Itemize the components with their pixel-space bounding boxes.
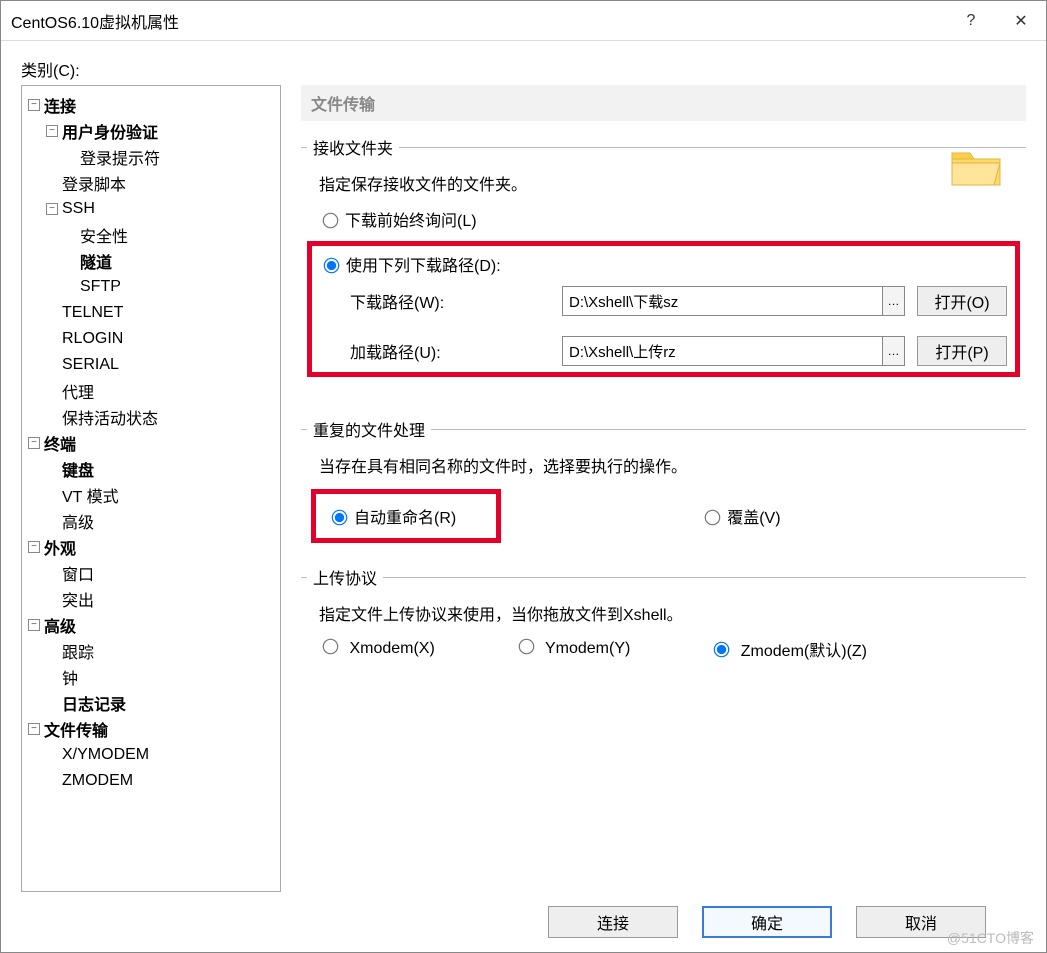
browse-download-button[interactable]: … (882, 287, 904, 315)
radio-overwrite-input[interactable] (705, 510, 721, 526)
tree-item-advanced-term[interactable]: 高级 (62, 509, 94, 533)
properties-dialog: CentOS6.10虚拟机属性 ? ✕ 类别(C): −连接 −用户身份验证 登… (0, 0, 1047, 953)
panel-header: 文件传输 (301, 85, 1026, 121)
radio-zmodem-input[interactable] (714, 642, 730, 658)
auto-rename-highlight: 自动重命名(R) (311, 489, 501, 543)
radio-ask-always-input[interactable] (323, 213, 339, 229)
connect-button[interactable]: 连接 (548, 906, 678, 938)
category-label: 类别(C): (21, 57, 1026, 81)
upload-path-field: … (562, 336, 905, 366)
tree-item-keyboard[interactable]: 键盘 (62, 457, 94, 481)
category-tree[interactable]: −连接 −用户身份验证 登录提示符 登录脚本 −SSH (21, 85, 281, 892)
expander-icon[interactable]: − (28, 723, 40, 735)
radio-zmodem[interactable]: Zmodem(默认)(Z) (710, 637, 867, 661)
radio-auto-rename-label: 自动重命名(R) (354, 504, 456, 528)
tree-item-proxy[interactable]: 代理 (62, 379, 94, 403)
radio-ask-always-label: 下载前始终询问(L) (345, 207, 477, 231)
expander-icon[interactable]: − (46, 203, 58, 215)
radio-zmodem-label: Zmodem(默认)(Z) (741, 643, 867, 660)
expander-icon[interactable]: − (28, 541, 40, 553)
radio-use-path[interactable]: 使用下列下载路径(D): (320, 252, 1007, 276)
tree-item-terminal[interactable]: 终端 (44, 431, 76, 455)
tree-item-trace[interactable]: 跟踪 (62, 639, 94, 663)
tree-item-window[interactable]: 窗口 (62, 561, 94, 585)
upload-path-input[interactable] (563, 337, 882, 365)
duplicate-file-group: 重复的文件处理 当存在具有相同名称的文件时，选择要执行的操作。 自动重命名(R)… (301, 417, 1026, 549)
tree-item-logging[interactable]: 日志记录 (62, 691, 126, 715)
radio-xmodem-label: Xmodem(X) (349, 640, 434, 657)
radio-ymodem-label: Ymodem(Y) (545, 640, 630, 657)
radio-ask-always[interactable]: 下载前始终询问(L) (319, 207, 1020, 231)
tree-item-login-script[interactable]: 登录脚本 (62, 171, 126, 195)
upload-proto-desc: 指定文件上传协议来使用，当你拖放文件到Xshell。 (319, 601, 1020, 625)
radio-use-path-input[interactable] (324, 258, 340, 274)
tree-item-advanced[interactable]: 高级 (44, 613, 76, 637)
radio-ymodem[interactable]: Ymodem(Y) (515, 637, 631, 661)
tree-item-security[interactable]: 安全性 (80, 223, 128, 247)
tree-item-ssh[interactable]: SSH (62, 200, 95, 218)
tree-item-keepalive[interactable]: 保持活动状态 (62, 405, 158, 429)
upload-proto-group: 上传协议 指定文件上传协议来使用，当你拖放文件到Xshell。 Xmodem(X… (301, 565, 1026, 667)
download-paths-highlight: 使用下列下载路径(D): 下载路径(W): … 打开(O) 加载路径(U): (307, 241, 1020, 377)
recv-folder-group: 接收文件夹 指定保存接收文件的文件夹。 下载前始终询问(L) 使用下列下载路径(… (301, 135, 1026, 401)
tree-item-auth[interactable]: 用户身份验证 (62, 119, 158, 143)
browse-upload-button[interactable]: … (882, 337, 904, 365)
recv-folder-legend: 接收文件夹 (307, 135, 399, 159)
tree-item-connection[interactable]: 连接 (44, 93, 76, 117)
expander-icon[interactable]: − (28, 437, 40, 449)
tree-item-appearance[interactable]: 外观 (44, 535, 76, 559)
tree-item-zmodem[interactable]: ZMODEM (62, 772, 133, 790)
radio-overwrite[interactable]: 覆盖(V) (701, 489, 780, 543)
radio-xmodem[interactable]: Xmodem(X) (319, 637, 435, 661)
expander-icon[interactable]: − (28, 619, 40, 631)
tree-item-xymodem[interactable]: X/YMODEM (62, 746, 149, 764)
expander-icon[interactable]: − (46, 125, 58, 137)
radio-ymodem-input[interactable] (519, 639, 535, 655)
upload-path-label: 加载路径(U): (350, 339, 550, 363)
tree-item-filetransfer[interactable]: 文件传输 (44, 717, 108, 741)
ok-button[interactable]: 确定 (702, 906, 832, 938)
radio-xmodem-input[interactable] (323, 639, 339, 655)
dialog-buttons: 连接 确定 取消 (21, 892, 1026, 952)
duplicate-legend: 重复的文件处理 (307, 417, 431, 441)
expander-icon[interactable]: − (28, 99, 40, 111)
radio-use-path-label: 使用下列下载路径(D): (346, 252, 501, 276)
tree-item-serial[interactable]: SERIAL (62, 356, 119, 374)
radio-auto-rename-input[interactable] (332, 510, 348, 526)
tree-item-rlogin[interactable]: RLOGIN (62, 330, 123, 348)
folder-icon (950, 149, 1002, 187)
radio-overwrite-label: 覆盖(V) (727, 504, 780, 528)
close-button[interactable]: ✕ (996, 1, 1046, 40)
tree-item-highlight[interactable]: 突出 (62, 587, 94, 611)
open-download-button[interactable]: 打开(O) (917, 286, 1007, 316)
cancel-button[interactable]: 取消 (856, 906, 986, 938)
download-path-input[interactable] (563, 287, 882, 315)
open-upload-button[interactable]: 打开(P) (917, 336, 1007, 366)
window-title: CentOS6.10虚拟机属性 (11, 9, 946, 33)
recv-folder-desc: 指定保存接收文件的文件夹。 (319, 171, 1020, 195)
download-path-field: … (562, 286, 905, 316)
duplicate-desc: 当存在具有相同名称的文件时，选择要执行的操作。 (319, 453, 1020, 477)
titlebar: CentOS6.10虚拟机属性 ? ✕ (1, 1, 1046, 41)
tree-item-sftp[interactable]: SFTP (80, 278, 121, 296)
tree-item-login-prompt[interactable]: 登录提示符 (80, 145, 160, 169)
download-path-label: 下载路径(W): (350, 289, 550, 313)
help-button[interactable]: ? (946, 1, 996, 40)
tree-item-vt[interactable]: VT 模式 (62, 483, 119, 507)
tree-item-tunnel[interactable]: 隧道 (80, 249, 112, 273)
settings-panel: 文件传输 接收文件夹 指定保存接收文件的文件夹。 下载前始终询问(L) (301, 85, 1026, 892)
upload-proto-legend: 上传协议 (307, 565, 383, 589)
tree-item-bell[interactable]: 钟 (62, 665, 78, 689)
tree-item-telnet[interactable]: TELNET (62, 304, 123, 322)
